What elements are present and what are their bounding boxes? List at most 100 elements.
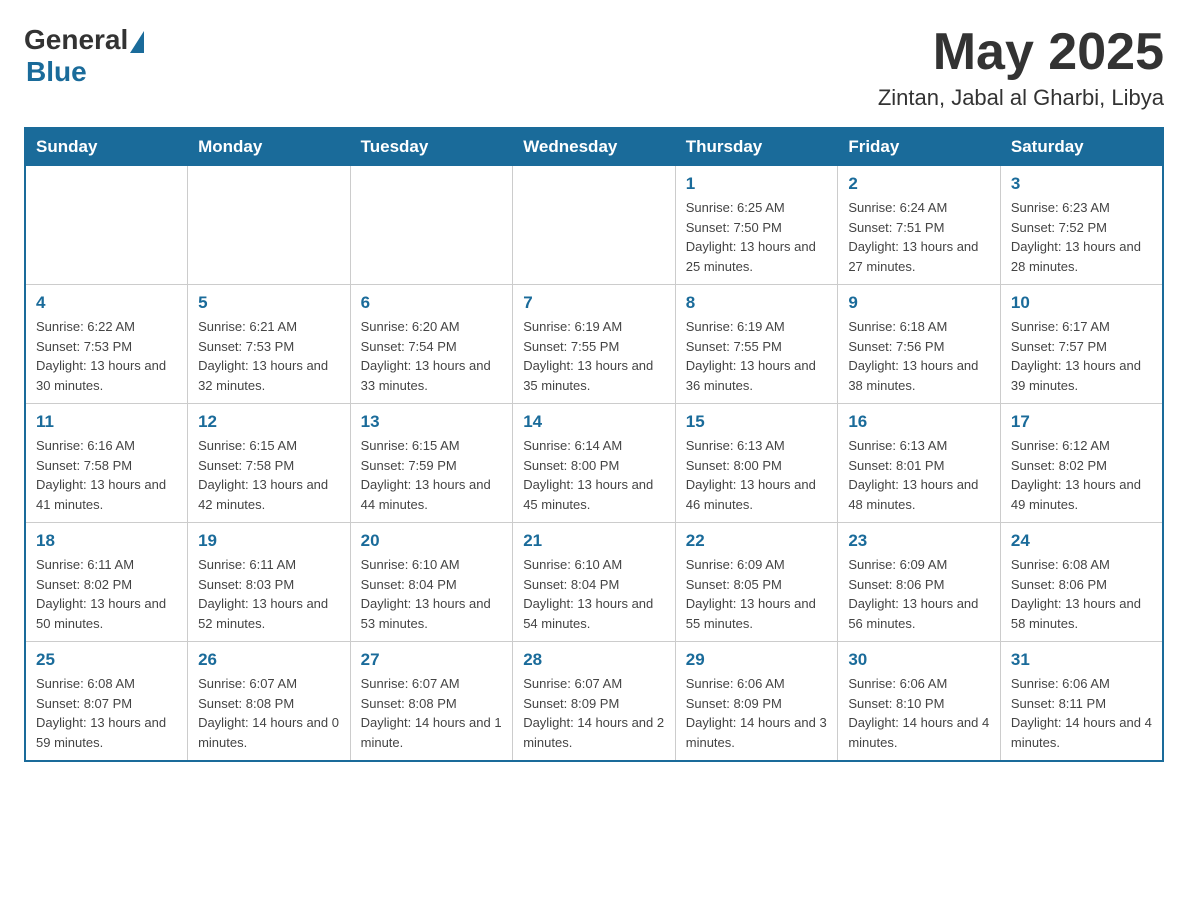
- calendar-cell: 17 Sunrise: 6:12 AMSunset: 8:02 PMDayligh…: [1000, 404, 1163, 523]
- day-number: 26: [198, 650, 340, 670]
- calendar-cell: 25Sunrise: 6:08 AMSunset: 8:07 PMDayligh…: [25, 642, 188, 762]
- day-info: Sunrise: 6:23 AMSunset: 7:52 PMDaylight:…: [1011, 198, 1152, 276]
- day-number: 7: [523, 293, 665, 313]
- weekday-header-monday: Monday: [188, 128, 351, 166]
- calendar-cell: 29Sunrise: 6:06 AMSunset: 8:09 PMDayligh…: [675, 642, 838, 762]
- day-number: 14: [523, 412, 665, 432]
- day-info: Sunrise: 6:12 AMSunset: 8:02 PMDaylight:…: [1011, 436, 1152, 514]
- calendar-cell: 6Sunrise: 6:20 AMSunset: 7:54 PMDaylight…: [350, 285, 513, 404]
- calendar-cell: 10Sunrise: 6:17 AMSunset: 7:57 PMDayligh…: [1000, 285, 1163, 404]
- weekday-header-row: SundayMondayTuesdayWednesdayThursdayFrid…: [25, 128, 1163, 166]
- calendar-body: 1 Sunrise: 6:25 AMSunset: 7:50 PMDaylight…: [25, 166, 1163, 762]
- weekday-header-tuesday: Tuesday: [350, 128, 513, 166]
- day-number: 29: [686, 650, 828, 670]
- calendar-cell: 7Sunrise: 6:19 AMSunset: 7:55 PMDaylight…: [513, 285, 676, 404]
- day-info: Sunrise: 6:10 AMSunset: 8:04 PMDaylight:…: [523, 555, 665, 633]
- calendar-table: SundayMondayTuesdayWednesdayThursdayFrid…: [24, 127, 1164, 762]
- day-info: Sunrise: 6:20 AMSunset: 7:54 PMDaylight:…: [361, 317, 503, 395]
- calendar-cell: 2Sunrise: 6:24 AMSunset: 7:51 PMDaylight…: [838, 166, 1001, 285]
- calendar-cell: 5Sunrise: 6:21 AMSunset: 7:53 PMDaylight…: [188, 285, 351, 404]
- calendar-cell: 30 Sunrise: 6:06 AMSunset: 8:10 PMDayligh…: [838, 642, 1001, 762]
- calendar-header: SundayMondayTuesdayWednesdayThursdayFrid…: [25, 128, 1163, 166]
- location-title: Zintan, Jabal al Gharbi, Libya: [878, 85, 1164, 111]
- day-info: Sunrise: 6:25 AMSunset: 7:50 PMDaylight:…: [686, 198, 828, 276]
- day-number: 2: [848, 174, 990, 194]
- day-info: Sunrise: 6:11 AMSunset: 8:02 PMDaylight:…: [36, 555, 177, 633]
- day-number: 15: [686, 412, 828, 432]
- calendar-cell: [350, 166, 513, 285]
- calendar-cell: [513, 166, 676, 285]
- day-number: 5: [198, 293, 340, 313]
- day-info: Sunrise: 6:07 AMSunset: 8:09 PMDaylight:…: [523, 674, 665, 752]
- day-number: 20: [361, 531, 503, 551]
- day-info: Sunrise: 6:06 AMSunset: 8:10 PMDaylight:…: [848, 674, 990, 752]
- calendar-cell: [25, 166, 188, 285]
- day-number: 22: [686, 531, 828, 551]
- day-number: 9: [848, 293, 990, 313]
- calendar-week-row: 18Sunrise: 6:11 AMSunset: 8:02 PMDayligh…: [25, 523, 1163, 642]
- calendar-cell: 13 Sunrise: 6:15 AMSunset: 7:59 PMDayligh…: [350, 404, 513, 523]
- day-info: Sunrise: 6:18 AMSunset: 7:56 PMDaylight:…: [848, 317, 990, 395]
- day-number: 11: [36, 412, 177, 432]
- calendar-week-row: 1 Sunrise: 6:25 AMSunset: 7:50 PMDaylight…: [25, 166, 1163, 285]
- calendar-cell: 24 Sunrise: 6:08 AMSunset: 8:06 PMDayligh…: [1000, 523, 1163, 642]
- calendar-cell: 12 Sunrise: 6:15 AMSunset: 7:58 PMDayligh…: [188, 404, 351, 523]
- day-info: Sunrise: 6:19 AMSunset: 7:55 PMDaylight:…: [686, 317, 828, 395]
- calendar-week-row: 11 Sunrise: 6:16 AMSunset: 7:58 PMDayligh…: [25, 404, 1163, 523]
- calendar-week-row: 4 Sunrise: 6:22 AMSunset: 7:53 PMDaylight…: [25, 285, 1163, 404]
- day-info: Sunrise: 6:10 AMSunset: 8:04 PMDaylight:…: [361, 555, 503, 633]
- day-number: 30: [848, 650, 990, 670]
- day-info: Sunrise: 6:17 AMSunset: 7:57 PMDaylight:…: [1011, 317, 1152, 395]
- calendar-cell: 3 Sunrise: 6:23 AMSunset: 7:52 PMDaylight…: [1000, 166, 1163, 285]
- calendar-cell: 19 Sunrise: 6:11 AMSunset: 8:03 PMDayligh…: [188, 523, 351, 642]
- day-info: Sunrise: 6:16 AMSunset: 7:58 PMDaylight:…: [36, 436, 177, 514]
- day-number: 19: [198, 531, 340, 551]
- calendar-cell: 15 Sunrise: 6:13 AMSunset: 8:00 PMDayligh…: [675, 404, 838, 523]
- logo-triangle-icon: [130, 31, 144, 53]
- day-info: Sunrise: 6:13 AMSunset: 8:00 PMDaylight:…: [686, 436, 828, 514]
- weekday-header-friday: Friday: [838, 128, 1001, 166]
- day-number: 8: [686, 293, 828, 313]
- day-number: 27: [361, 650, 503, 670]
- day-info: Sunrise: 6:11 AMSunset: 8:03 PMDaylight:…: [198, 555, 340, 633]
- calendar-week-row: 25Sunrise: 6:08 AMSunset: 8:07 PMDayligh…: [25, 642, 1163, 762]
- logo: General Blue: [24, 24, 144, 88]
- day-info: Sunrise: 6:15 AMSunset: 7:58 PMDaylight:…: [198, 436, 340, 514]
- day-info: Sunrise: 6:09 AMSunset: 8:06 PMDaylight:…: [848, 555, 990, 633]
- title-section: May 2025 Zintan, Jabal al Gharbi, Libya: [878, 24, 1164, 111]
- day-info: Sunrise: 6:08 AMSunset: 8:06 PMDaylight:…: [1011, 555, 1152, 633]
- day-number: 16: [848, 412, 990, 432]
- day-number: 17: [1011, 412, 1152, 432]
- day-number: 4: [36, 293, 177, 313]
- day-number: 13: [361, 412, 503, 432]
- day-number: 24: [1011, 531, 1152, 551]
- calendar-cell: 31 Sunrise: 6:06 AMSunset: 8:11 PMDayligh…: [1000, 642, 1163, 762]
- day-info: Sunrise: 6:06 AMSunset: 8:11 PMDaylight:…: [1011, 674, 1152, 752]
- day-number: 3: [1011, 174, 1152, 194]
- day-info: Sunrise: 6:09 AMSunset: 8:05 PMDaylight:…: [686, 555, 828, 633]
- logo-general-text: General: [24, 24, 128, 56]
- calendar-cell: 1 Sunrise: 6:25 AMSunset: 7:50 PMDaylight…: [675, 166, 838, 285]
- day-number: 12: [198, 412, 340, 432]
- calendar-cell: 26Sunrise: 6:07 AMSunset: 8:08 PMDayligh…: [188, 642, 351, 762]
- weekday-header-saturday: Saturday: [1000, 128, 1163, 166]
- day-info: Sunrise: 6:15 AMSunset: 7:59 PMDaylight:…: [361, 436, 503, 514]
- day-number: 31: [1011, 650, 1152, 670]
- calendar-cell: 22 Sunrise: 6:09 AMSunset: 8:05 PMDayligh…: [675, 523, 838, 642]
- day-info: Sunrise: 6:22 AMSunset: 7:53 PMDaylight:…: [36, 317, 177, 395]
- day-number: 1: [686, 174, 828, 194]
- weekday-header-thursday: Thursday: [675, 128, 838, 166]
- calendar-cell: 28Sunrise: 6:07 AMSunset: 8:09 PMDayligh…: [513, 642, 676, 762]
- day-info: Sunrise: 6:08 AMSunset: 8:07 PMDaylight:…: [36, 674, 177, 752]
- day-info: Sunrise: 6:07 AMSunset: 8:08 PMDaylight:…: [361, 674, 503, 752]
- calendar-cell: 27 Sunrise: 6:07 AMSunset: 8:08 PMDayligh…: [350, 642, 513, 762]
- calendar-cell: 18Sunrise: 6:11 AMSunset: 8:02 PMDayligh…: [25, 523, 188, 642]
- weekday-header-sunday: Sunday: [25, 128, 188, 166]
- calendar-cell: [188, 166, 351, 285]
- month-title: May 2025: [878, 24, 1164, 81]
- calendar-cell: 4 Sunrise: 6:22 AMSunset: 7:53 PMDaylight…: [25, 285, 188, 404]
- logo-blue-text: Blue: [26, 56, 87, 88]
- calendar-cell: 20 Sunrise: 6:10 AMSunset: 8:04 PMDayligh…: [350, 523, 513, 642]
- weekday-header-wednesday: Wednesday: [513, 128, 676, 166]
- calendar-cell: 23Sunrise: 6:09 AMSunset: 8:06 PMDayligh…: [838, 523, 1001, 642]
